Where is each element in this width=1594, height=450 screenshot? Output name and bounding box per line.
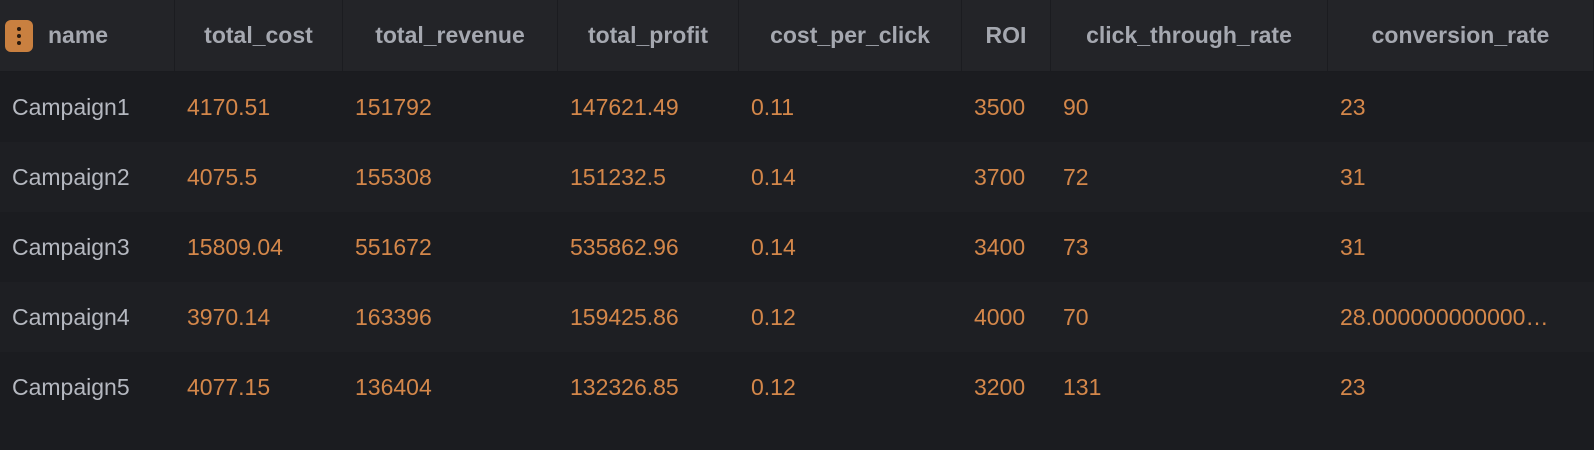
cell-cost-per-click[interactable]: 0.14 [739,142,962,212]
cell-total-cost[interactable]: 15809.04 [175,212,343,282]
cell-name[interactable]: Campaign5 [0,352,175,422]
cell-total-revenue[interactable]: 151792 [343,72,558,142]
cell-cost-per-click[interactable]: 0.12 [739,352,962,422]
column-header-total-revenue[interactable]: total_revenue [343,0,558,71]
cell-conversion-rate[interactable]: 28.000000000000004 [1328,282,1594,352]
cell-total-cost[interactable]: 4170.51 [175,72,343,142]
table-row[interactable]: Campaign2 4075.5 155308 151232.5 0.14 37… [0,142,1594,212]
cell-name[interactable]: Campaign2 [0,142,175,212]
cell-click-through-rate[interactable]: 90 [1051,72,1328,142]
column-header-cost-per-click[interactable]: cost_per_click [739,0,962,71]
cell-name[interactable]: Campaign4 [0,282,175,352]
cell-total-profit[interactable]: 147621.49 [558,72,739,142]
cell-total-revenue[interactable]: 551672 [343,212,558,282]
table-header: name total_cost total_revenue total_prof… [0,0,1594,72]
cell-total-profit[interactable]: 159425.86 [558,282,739,352]
cell-conversion-rate[interactable]: 31 [1328,212,1594,282]
column-header-total-cost[interactable]: total_cost [175,0,343,71]
cell-total-profit[interactable]: 151232.5 [558,142,739,212]
cell-conversion-rate[interactable]: 23 [1328,352,1594,422]
cell-click-through-rate[interactable]: 72 [1051,142,1328,212]
column-header-roi[interactable]: ROI [962,0,1051,71]
cell-total-profit[interactable]: 132326.85 [558,352,739,422]
table-row[interactable]: Campaign3 15809.04 551672 535862.96 0.14… [0,212,1594,282]
cell-cost-per-click[interactable]: 0.11 [739,72,962,142]
cell-roi[interactable]: 3500 [962,72,1051,142]
cell-total-cost[interactable]: 4075.5 [175,142,343,212]
grid-empty-area [0,422,1594,450]
cell-total-profit[interactable]: 535862.96 [558,212,739,282]
cell-click-through-rate[interactable]: 73 [1051,212,1328,282]
data-grid: name total_cost total_revenue total_prof… [0,0,1594,450]
cell-click-through-rate[interactable]: 70 [1051,282,1328,352]
cell-roi[interactable]: 4000 [962,282,1051,352]
cell-conversion-rate-text: 28.000000000000004 [1340,303,1555,330]
table-row[interactable]: Campaign4 3970.14 163396 159425.86 0.12 … [0,282,1594,352]
column-header-total-profit[interactable]: total_profit [558,0,739,71]
cell-total-revenue[interactable]: 136404 [343,352,558,422]
table-row[interactable]: Campaign5 4077.15 136404 132326.85 0.12 … [0,352,1594,422]
cell-name[interactable]: Campaign1 [0,72,175,142]
cell-cost-per-click[interactable]: 0.12 [739,282,962,352]
cell-roi[interactable]: 3400 [962,212,1051,282]
table-row[interactable]: Campaign1 4170.51 151792 147621.49 0.11 … [0,72,1594,142]
cell-conversion-rate[interactable]: 23 [1328,72,1594,142]
cell-conversion-rate[interactable]: 31 [1328,142,1594,212]
cell-conversion-rate-text: 31 [1340,233,1366,260]
cell-roi[interactable]: 3700 [962,142,1051,212]
vertical-ellipsis-icon[interactable] [5,19,33,52]
column-header-click-through-rate[interactable]: click_through_rate [1051,0,1328,71]
cell-total-revenue[interactable]: 163396 [343,282,558,352]
column-header-label: name [48,22,109,48]
cell-total-revenue[interactable]: 155308 [343,142,558,212]
cell-conversion-rate-text: 31 [1340,163,1366,190]
cell-total-cost[interactable]: 3970.14 [175,282,343,352]
cell-total-cost[interactable]: 4077.15 [175,352,343,422]
column-header-conversion-rate[interactable]: conversion_rate [1328,0,1594,71]
cell-cost-per-click[interactable]: 0.14 [739,212,962,282]
cell-click-through-rate[interactable]: 131 [1051,352,1328,422]
cell-conversion-rate-text: 23 [1340,373,1366,400]
cell-name[interactable]: Campaign3 [0,212,175,282]
column-header-name[interactable]: name [0,0,175,71]
cell-roi[interactable]: 3200 [962,352,1051,422]
cell-conversion-rate-text: 23 [1340,93,1366,120]
